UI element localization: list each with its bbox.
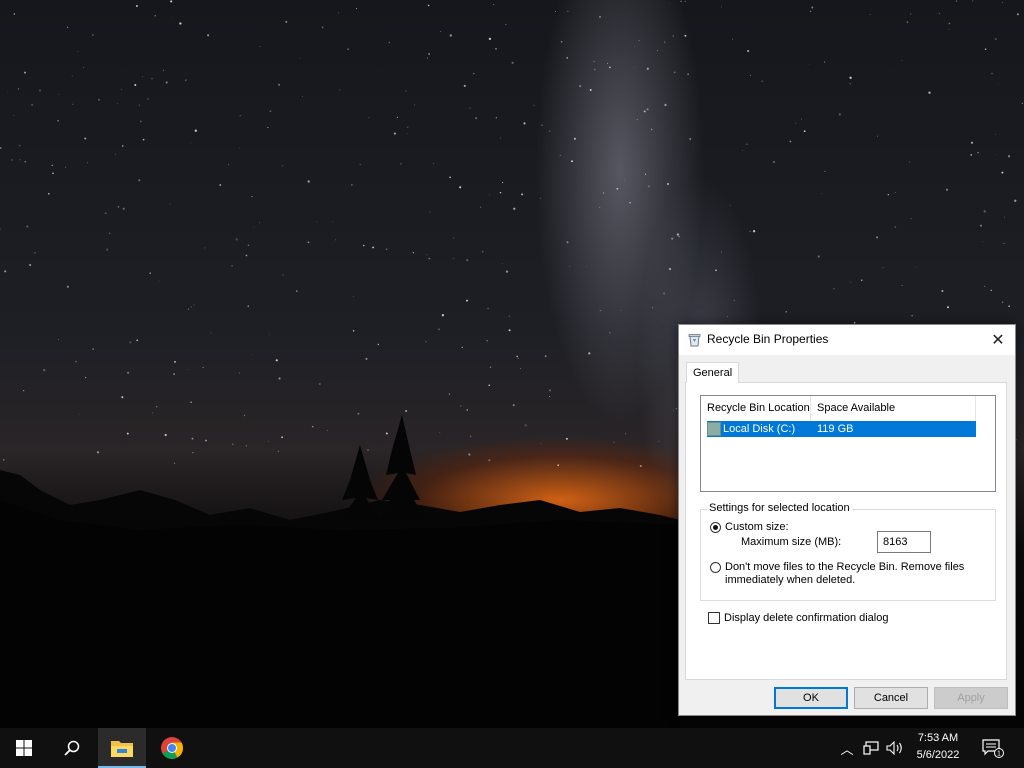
notification-icon: 1 [982, 739, 1004, 758]
recycle-bin-icon [688, 334, 701, 347]
start-icon [16, 740, 32, 756]
dialog-title: Recycle Bin Properties [707, 332, 829, 346]
volume-button[interactable] [884, 728, 906, 768]
file-explorer-button[interactable] [98, 728, 146, 768]
list-item[interactable]: Local Disk (C:) 119 GB [707, 421, 976, 437]
settings-groupbox: Settings for selected location Custom si… [700, 502, 996, 601]
search-button[interactable] [48, 728, 96, 768]
dialog-titlebar[interactable]: Recycle Bin Properties ✕ [679, 325, 1015, 355]
start-button[interactable] [0, 728, 48, 768]
action-center-button[interactable]: 1 [978, 728, 1008, 768]
column-header-location[interactable]: Recycle Bin Location [701, 396, 811, 421]
recycle-bin-location-list[interactable]: Recycle Bin Location Space Available Loc… [700, 395, 996, 492]
ok-button[interactable]: OK [774, 687, 848, 709]
dont-move-label-line2[interactable]: immediately when deleted. [725, 574, 855, 587]
cancel-button[interactable]: Cancel [854, 687, 928, 709]
chrome-icon [161, 737, 183, 759]
chevron-up-icon: ︿ [840, 741, 854, 757]
network-button[interactable] [860, 728, 882, 768]
max-size-label: Maximum size (MB): [741, 536, 842, 548]
dont-move-radio[interactable] [710, 562, 721, 573]
clock-date: 5/6/2022 [916, 749, 960, 761]
clock[interactable]: 7:53 AM 5/6/2022 [905, 730, 971, 766]
search-icon [64, 740, 80, 756]
drive-icon [707, 422, 721, 436]
delete-confirmation-label[interactable]: Display delete confirmation dialog [724, 612, 888, 625]
custom-size-label[interactable]: Custom size: [725, 521, 789, 534]
space-cell: 119 GB [817, 423, 854, 435]
close-icon: ✕ [991, 332, 1005, 349]
file-explorer-icon [111, 741, 133, 757]
close-button[interactable]: ✕ [981, 325, 1015, 355]
general-tab-panel: Recycle Bin Location Space Available Loc… [685, 382, 1007, 680]
show-hidden-icons-button[interactable]: ︿ [838, 728, 856, 768]
network-icon [863, 741, 879, 755]
custom-size-radio[interactable] [710, 522, 721, 533]
apply-button[interactable]: Apply [934, 687, 1008, 709]
clock-time: 7:53 AM [917, 732, 959, 744]
list-header: Recycle Bin Location Space Available [701, 396, 976, 421]
dont-move-label-line1[interactable]: Don't move files to the Recycle Bin. Rem… [725, 561, 964, 574]
taskbar: ︿ 7:53 AM 5/6/2022 1 [0, 728, 1024, 768]
volume-icon [886, 741, 902, 755]
settings-group-label: Settings for selected location [707, 502, 852, 514]
tab-general[interactable]: General [686, 362, 740, 383]
recycle-bin-properties-dialog: Recycle Bin Properties ✕ General Recycle… [678, 324, 1016, 716]
location-cell: Local Disk (C:) [723, 423, 796, 435]
column-header-space[interactable]: Space Available [811, 396, 976, 421]
notification-count: 1 [997, 751, 1001, 758]
chrome-button[interactable] [148, 728, 196, 768]
delete-confirmation-checkbox[interactable] [708, 612, 720, 624]
max-size-input[interactable]: 8163 [877, 531, 931, 553]
